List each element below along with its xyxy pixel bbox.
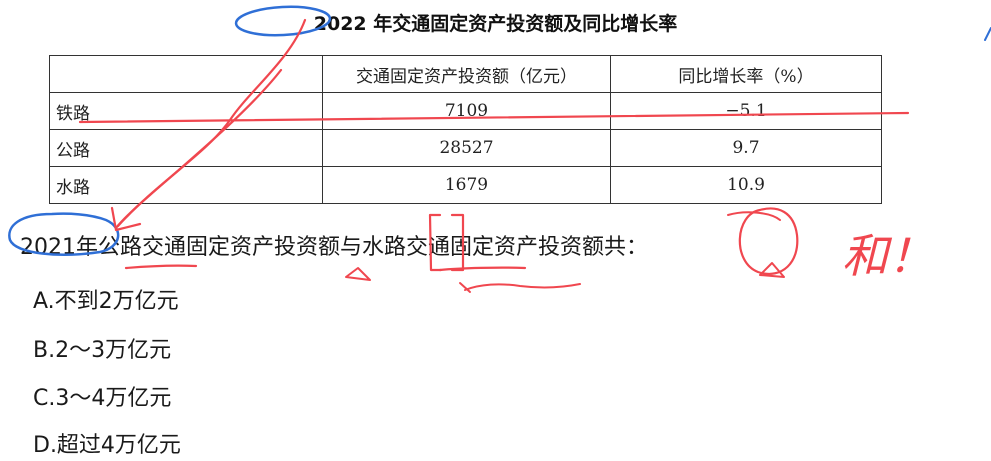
table-row: 公路 28527 9.7 [49, 129, 882, 167]
handwritten-note: 和！ [842, 229, 934, 283]
row-amount: 1679 [322, 166, 611, 204]
table-header-blank [49, 55, 323, 93]
table-header-growth: 同比增长率（%） [610, 55, 882, 93]
table-row: 铁路 7109 −5.1 [49, 92, 882, 130]
red-underline-highway [124, 264, 198, 270]
option-b[interactable]: B.2～3万亿元 [33, 332, 171, 364]
table-header-row: 交通固定资产投资额（亿元） 同比增长率（%） [49, 55, 882, 93]
row-growth: 9.7 [610, 129, 882, 167]
question-text: 2021年公路交通固定资产投资额与水路交通固定资产投资额共： [20, 235, 648, 260]
option-d[interactable]: D.超过4万亿元 [33, 427, 181, 459]
row-name: 铁路 [49, 92, 323, 130]
option-c[interactable]: C.3～4万亿元 [33, 380, 171, 412]
option-a[interactable]: A.不到2万亿元 [33, 283, 179, 315]
row-name: 公路 [49, 129, 323, 167]
table-header-amount: 交通固定资产投资额（亿元） [322, 55, 611, 93]
red-circle-answer [738, 207, 799, 275]
table-row: 水路 1679 10.9 [49, 166, 882, 204]
red-triangle-mark-2 [759, 262, 785, 278]
row-name: 水路 [49, 166, 323, 204]
red-arrowhead [110, 206, 142, 232]
investment-table: 交通固定资产投资额（亿元） 同比增长率（%） 铁路 7109 −5.1 公路 2… [49, 55, 882, 204]
row-growth: −5.1 [610, 92, 882, 130]
red-triangle-mark-1 [345, 267, 371, 281]
red-arc-growth [727, 211, 781, 221]
row-amount: 7109 [322, 92, 611, 130]
red-squiggle [464, 283, 581, 291]
row-growth: 10.9 [610, 166, 882, 204]
table-title: 2022 年交通固定资产投资额及同比增长率 [313, 13, 678, 35]
red-underline-water [438, 266, 527, 272]
row-amount: 28527 [322, 129, 611, 167]
red-tick-mark [459, 282, 471, 293]
